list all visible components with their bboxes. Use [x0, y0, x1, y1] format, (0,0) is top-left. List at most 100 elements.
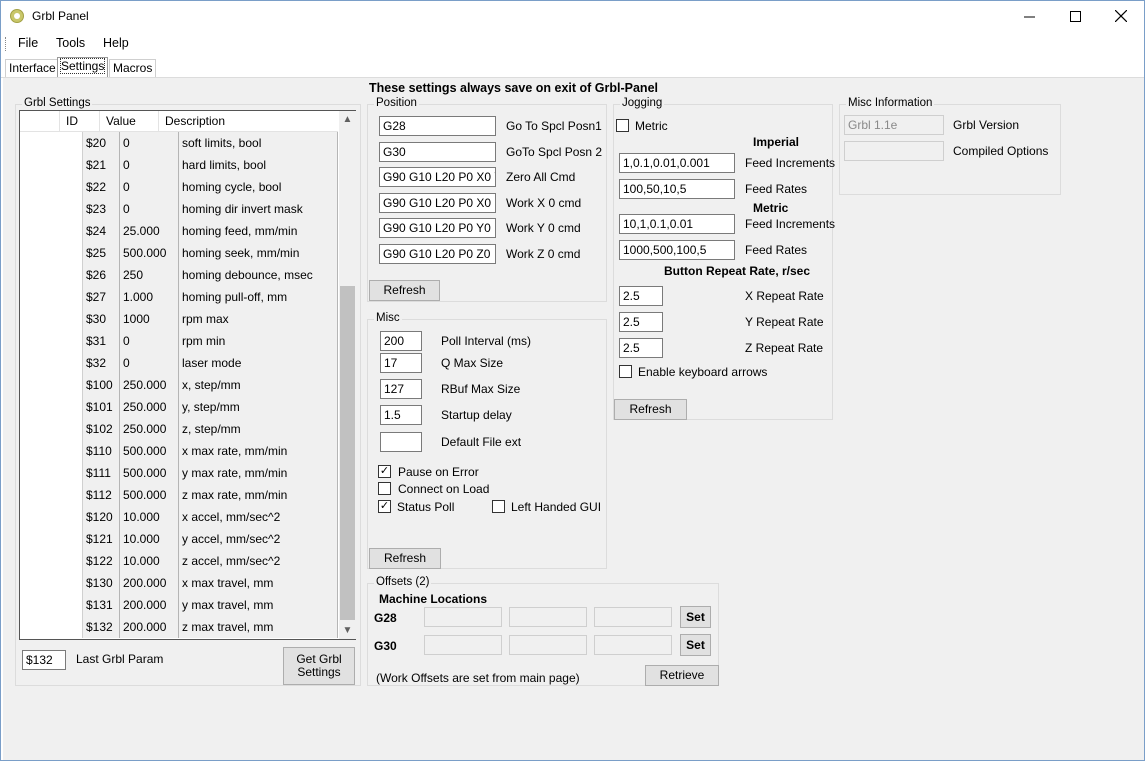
row-header[interactable] — [20, 484, 83, 506]
row-header[interactable] — [20, 242, 83, 264]
setting-id-cell[interactable]: $31 — [83, 330, 120, 352]
setting-id-cell[interactable]: $111 — [83, 462, 120, 484]
left-handed-gui-checkbox[interactable] — [492, 500, 505, 513]
table-row[interactable]: $112 500.000 z max rate, mm/min — [20, 484, 338, 506]
row-header[interactable] — [20, 616, 83, 638]
retrieve-button[interactable]: Retrieve — [645, 665, 719, 686]
menu-file[interactable]: File — [18, 36, 38, 50]
setting-description-cell[interactable]: homing feed, mm/min — [179, 220, 338, 242]
setting-id-cell[interactable]: $100 — [83, 374, 120, 396]
setting-id-cell[interactable]: $101 — [83, 396, 120, 418]
row-header[interactable] — [20, 440, 83, 462]
setting-id-cell[interactable]: $30 — [83, 308, 120, 330]
row-header[interactable] — [20, 198, 83, 220]
setting-description-cell[interactable]: z, step/mm — [179, 418, 338, 440]
row-header[interactable] — [20, 264, 83, 286]
keyboard-arrows-checkbox[interactable] — [619, 365, 632, 378]
setting-value-cell[interactable]: 500.000 — [120, 484, 179, 506]
position-command-field[interactable]: G90 G10 L20 P0 X0 Y0 — [379, 167, 496, 187]
setting-value-cell[interactable]: 25.000 — [120, 220, 179, 242]
row-header[interactable] — [20, 594, 83, 616]
row-header[interactable] — [20, 418, 83, 440]
last-grbl-param-field[interactable]: $132 — [22, 650, 66, 670]
misc-setting-field[interactable]: 200 — [380, 331, 422, 351]
setting-value-cell[interactable]: 10.000 — [120, 528, 179, 550]
setting-description-cell[interactable]: y max travel, mm — [179, 594, 338, 616]
setting-value-cell[interactable]: 250.000 — [120, 418, 179, 440]
table-row[interactable]: $100 250.000 x, step/mm — [20, 374, 338, 396]
table-row[interactable]: $30 1000 rpm max — [20, 308, 338, 330]
close-button[interactable] — [1098, 1, 1144, 31]
setting-description-cell[interactable]: homing dir invert mask — [179, 198, 338, 220]
setting-description-cell[interactable]: homing debounce, msec — [179, 264, 338, 286]
setting-id-cell[interactable]: $24 — [83, 220, 120, 242]
setting-id-cell[interactable]: $23 — [83, 198, 120, 220]
row-header[interactable] — [20, 154, 83, 176]
setting-value-cell[interactable]: 200.000 — [120, 616, 179, 638]
setting-id-cell[interactable]: $102 — [83, 418, 120, 440]
setting-value-cell[interactable]: 200.000 — [120, 572, 179, 594]
setting-id-cell[interactable]: $22 — [83, 176, 120, 198]
table-row[interactable]: $31 0 rpm min — [20, 330, 338, 352]
z-repeat-rate-field[interactable]: 2.5 — [619, 338, 663, 358]
position-refresh-button[interactable]: Refresh — [369, 280, 440, 301]
scroll-down-icon[interactable]: ▼ — [339, 622, 356, 639]
status-poll-checkbox[interactable]: ✓ — [378, 500, 391, 513]
setting-id-cell[interactable]: $20 — [83, 132, 120, 154]
column-header-id[interactable]: ID — [60, 111, 100, 132]
setting-id-cell[interactable]: $132 — [83, 616, 120, 638]
setting-description-cell[interactable]: rpm min — [179, 330, 338, 352]
column-header-value[interactable]: Value — [100, 111, 159, 132]
get-grbl-settings-button[interactable]: Get Grbl Settings — [283, 647, 355, 685]
table-row[interactable]: $27 1.000 homing pull-off, mm — [20, 286, 338, 308]
setting-description-cell[interactable]: soft limits, bool — [179, 132, 338, 154]
setting-id-cell[interactable]: $32 — [83, 352, 120, 374]
table-row[interactable]: $110 500.000 x max rate, mm/min — [20, 440, 338, 462]
metric-feed-rates-field[interactable]: 1000,500,100,5 — [619, 240, 735, 260]
position-command-field[interactable]: G90 G10 L20 P0 Y0 — [379, 218, 496, 238]
row-header[interactable] — [20, 374, 83, 396]
table-row[interactable]: $22 0 homing cycle, bool — [20, 176, 338, 198]
table-row[interactable]: $111 500.000 y max rate, mm/min — [20, 462, 338, 484]
setting-description-cell[interactable]: homing seek, mm/min — [179, 242, 338, 264]
setting-description-cell[interactable]: y max rate, mm/min — [179, 462, 338, 484]
setting-value-cell[interactable]: 250.000 — [120, 396, 179, 418]
tab-interface[interactable]: Interface — [5, 59, 60, 77]
table-row[interactable]: $121 10.000 y accel, mm/sec^2 — [20, 528, 338, 550]
menu-help[interactable]: Help — [103, 36, 129, 50]
setting-value-cell[interactable]: 0 — [120, 176, 179, 198]
misc-refresh-button[interactable]: Refresh — [369, 548, 441, 569]
setting-id-cell[interactable]: $27 — [83, 286, 120, 308]
setting-value-cell[interactable]: 10.000 — [120, 550, 179, 572]
setting-id-cell[interactable]: $110 — [83, 440, 120, 462]
setting-description-cell[interactable]: rpm max — [179, 308, 338, 330]
y-repeat-rate-field[interactable]: 2.5 — [619, 312, 663, 332]
setting-value-cell[interactable]: 250.000 — [120, 374, 179, 396]
table-row[interactable]: $101 250.000 y, step/mm — [20, 396, 338, 418]
column-header-description[interactable]: Description — [159, 111, 338, 132]
setting-description-cell[interactable]: homing pull-off, mm — [179, 286, 338, 308]
imperial-feed-rates-field[interactable]: 100,50,10,5 — [619, 179, 735, 199]
setting-id-cell[interactable]: $131 — [83, 594, 120, 616]
setting-id-cell[interactable]: $130 — [83, 572, 120, 594]
row-header[interactable] — [20, 352, 83, 374]
connect-on-load-checkbox[interactable] — [378, 482, 391, 495]
metric-checkbox[interactable] — [616, 119, 629, 132]
setting-value-cell[interactable]: 500.000 — [120, 462, 179, 484]
menu-tools[interactable]: Tools — [56, 36, 85, 50]
table-row[interactable]: $122 10.000 z accel, mm/sec^2 — [20, 550, 338, 572]
setting-description-cell[interactable]: x max rate, mm/min — [179, 440, 338, 462]
scroll-up-icon[interactable]: ▲ — [339, 111, 356, 128]
row-header[interactable] — [20, 286, 83, 308]
g30-set-button[interactable]: Set — [680, 634, 711, 656]
setting-description-cell[interactable]: hard limits, bool — [179, 154, 338, 176]
setting-id-cell[interactable]: $21 — [83, 154, 120, 176]
table-row[interactable]: $24 25.000 homing feed, mm/min — [20, 220, 338, 242]
misc-setting-field[interactable]: 17 — [380, 353, 422, 373]
table-row[interactable]: $132 200.000 z max travel, mm — [20, 616, 338, 638]
table-row[interactable]: $26 250 homing debounce, msec — [20, 264, 338, 286]
position-command-field[interactable]: G30 — [379, 142, 496, 162]
imperial-feed-increments-field[interactable]: 1,0.1,0.01,0.001 — [619, 153, 735, 173]
setting-description-cell[interactable]: z max rate, mm/min — [179, 484, 338, 506]
row-header[interactable] — [20, 176, 83, 198]
